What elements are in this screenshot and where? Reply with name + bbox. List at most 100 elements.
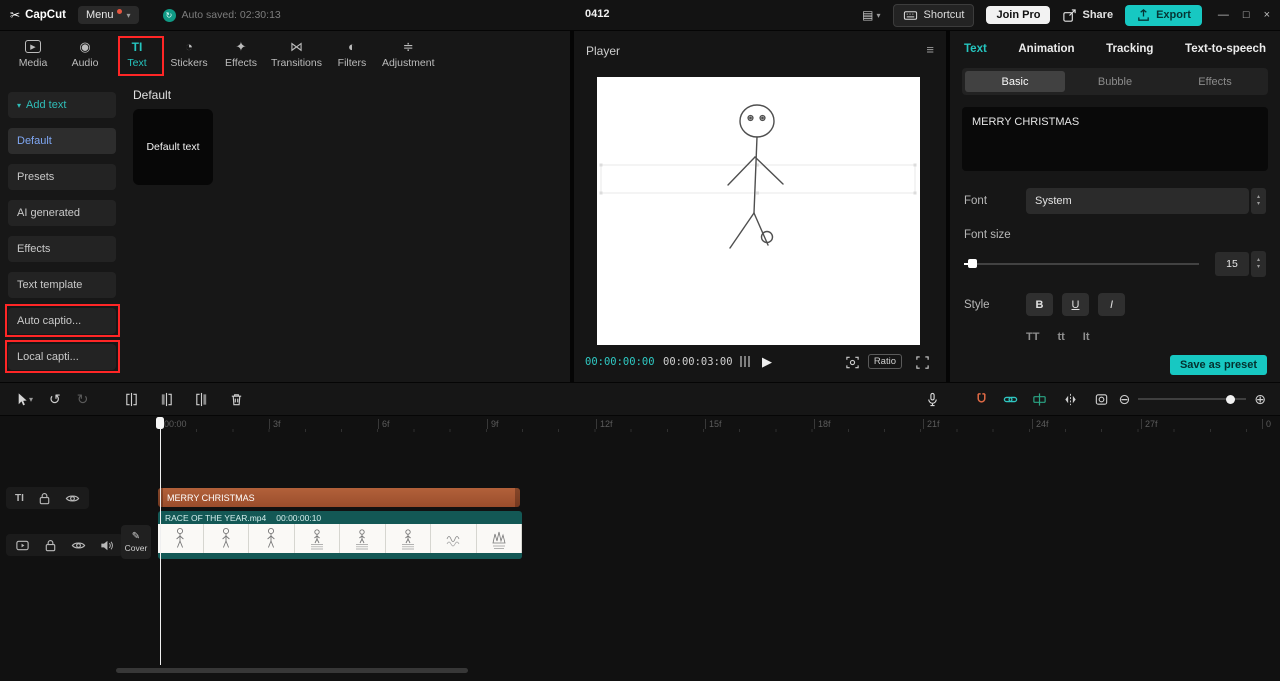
media-tab-audio[interactable]: ◉ Audio — [60, 38, 110, 70]
chevron-down-icon: ▾ — [126, 10, 131, 20]
font-size-value[interactable]: 15 — [1215, 252, 1249, 276]
menu-button[interactable]: Menu ▾ — [77, 6, 139, 24]
record-voiceover-button[interactable] — [925, 392, 940, 407]
video-clip-title: RACE OF THE YEAR.mp4 00:00:00:10 — [158, 511, 522, 524]
sidebar-item-local-captions[interactable]: Local capti... — [8, 344, 116, 370]
select-tool-button[interactable]: ▾ — [14, 392, 33, 407]
tab-text[interactable]: Text — [964, 43, 987, 55]
lock-icon[interactable] — [37, 491, 52, 506]
timeline-scrollbar[interactable] — [116, 668, 468, 673]
layout-switch-button[interactable]: ▤ ▾ — [862, 8, 880, 22]
font-select[interactable]: System — [1026, 188, 1249, 214]
sidebar-item-presets[interactable]: Presets — [8, 164, 116, 190]
playhead[interactable] — [155, 417, 165, 665]
sidebar-item-label: Local capti... — [17, 351, 79, 363]
lowercase-button[interactable]: tt — [1057, 331, 1064, 343]
text-clip[interactable]: MERRY CHRISTMAS — [158, 488, 520, 507]
italic-button[interactable]: I — [1098, 293, 1125, 316]
visibility-icon[interactable] — [65, 491, 80, 506]
tab-tracking[interactable]: Tracking — [1106, 43, 1153, 55]
font-size-stepper[interactable]: ▴ ▾ — [1251, 251, 1266, 277]
share-button[interactable]: Share — [1062, 8, 1113, 23]
sidebar-item-label: Add text — [26, 99, 67, 111]
default-text-card[interactable]: Default text — [133, 109, 213, 185]
media-tab-filters[interactable]: ◐ Filters — [327, 38, 377, 69]
tab-text-to-speech[interactable]: Text-to-speech — [1185, 43, 1266, 55]
redo-button[interactable]: ↻ — [77, 391, 89, 408]
timeline-ruler[interactable]: 00:00 3f 6f 9f 12f 15f 18f 21f 24f 27f 0 — [0, 417, 1280, 433]
media-tab-label: Audio — [71, 57, 99, 69]
sidebar-item-label: Auto captio... — [17, 315, 82, 327]
fit-preview-icon[interactable] — [845, 355, 860, 370]
ruler-tick: 9f — [487, 419, 499, 429]
export-button[interactable]: Export — [1125, 4, 1202, 26]
text-category-sidebar: ▾ Add text Default Presets AI generated … — [8, 92, 116, 380]
play-button[interactable]: ▶ — [762, 354, 772, 370]
join-pro-button[interactable]: Join Pro — [986, 6, 1051, 24]
sidebar-item-add-text[interactable]: ▾ Add text — [8, 92, 116, 118]
delete-left-button[interactable] — [159, 392, 174, 407]
tab-animation[interactable]: Animation — [1018, 43, 1074, 55]
font-size-label: Font size — [964, 229, 1011, 241]
video-filmstrip — [158, 524, 522, 553]
subtab-bubble[interactable]: Bubble — [1065, 71, 1165, 92]
magnet-toggle[interactable] — [974, 392, 989, 407]
zoom-in-button[interactable]: ⊕ — [1254, 391, 1266, 408]
zoom-out-button[interactable]: ⊖ — [1119, 391, 1131, 408]
zoom-slider[interactable] — [1138, 394, 1247, 404]
edit-cover-button[interactable]: ✎ Cover — [121, 525, 151, 559]
media-tab-adjustment[interactable]: ≑ Adjustment — [379, 38, 438, 70]
underline-button[interactable]: U — [1062, 293, 1089, 316]
media-tab-transitions[interactable]: ⋈ Transitions — [268, 38, 325, 70]
preview-axis-toggle[interactable] — [1032, 392, 1047, 407]
media-tab-effects[interactable]: ✦ Effects — [216, 38, 266, 70]
minimize-button[interactable]: — — [1218, 9, 1229, 21]
filmstrip-frame — [203, 524, 249, 553]
media-tab-label: Filters — [337, 57, 367, 69]
sync-icon: ↻ — [162, 8, 176, 22]
media-tab-text[interactable]: TI Text — [112, 38, 162, 70]
shortcut-button[interactable]: Shortcut — [892, 3, 975, 27]
chevron-down-icon: ▾ — [1256, 201, 1260, 207]
zoom-slider-handle[interactable] — [1226, 394, 1236, 404]
frame-view-icon[interactable] — [740, 356, 750, 367]
media-tab-stickers[interactable]: ◔ Stickers — [164, 38, 214, 69]
sidebar-item-label: Effects — [17, 243, 51, 255]
sidebar-item-ai-generated[interactable]: AI generated — [8, 200, 116, 226]
sidebar-item-effects[interactable]: Effects — [8, 236, 116, 262]
lock-icon[interactable] — [43, 538, 58, 553]
sidebar-item-auto-captions[interactable]: Auto captio... — [8, 308, 116, 334]
chevron-up-icon: ▴ — [1256, 194, 1260, 200]
visibility-icon[interactable] — [71, 538, 86, 553]
close-button[interactable]: × — [1264, 9, 1270, 21]
media-tab-label: Effects — [225, 57, 257, 69]
restore-button[interactable]: □ — [1243, 9, 1250, 21]
link-toggle[interactable] — [1003, 392, 1018, 407]
save-as-preset-button[interactable]: Save as preset — [1169, 355, 1267, 375]
sidebar-item-default[interactable]: Default — [8, 128, 116, 154]
slider-handle[interactable] — [968, 259, 977, 268]
uppercase-button[interactable]: TT — [1026, 331, 1039, 343]
video-clip[interactable]: RACE OF THE YEAR.mp4 00:00:00:10 — [158, 511, 522, 559]
subtab-effects[interactable]: Effects — [1165, 71, 1265, 92]
bold-button[interactable]: B — [1026, 293, 1053, 316]
split-button[interactable] — [124, 392, 139, 407]
subtab-basic[interactable]: Basic — [965, 71, 1065, 92]
mirror-button[interactable] — [1063, 392, 1078, 407]
media-tab-media[interactable]: ▶ Media — [8, 38, 58, 69]
notification-dot — [117, 9, 123, 14]
font-size-slider[interactable] — [964, 259, 1199, 268]
italic-case-button[interactable]: It — [1083, 331, 1090, 343]
preview-canvas[interactable] — [597, 77, 920, 345]
fullscreen-icon[interactable] — [915, 355, 930, 370]
text-content-input[interactable]: MERRY CHRISTMAS — [962, 107, 1268, 171]
mute-icon[interactable] — [99, 538, 114, 553]
delete-button[interactable] — [229, 392, 244, 407]
player-menu-icon[interactable]: ≡ — [926, 42, 934, 57]
delete-right-button[interactable] — [194, 392, 209, 407]
undo-button[interactable]: ↺ — [49, 391, 61, 408]
mask-button[interactable] — [1094, 392, 1109, 407]
font-stepper[interactable]: ▴ ▾ — [1251, 188, 1266, 214]
ratio-button[interactable]: Ratio — [867, 354, 902, 369]
sidebar-item-text-template[interactable]: Text template — [8, 272, 116, 298]
